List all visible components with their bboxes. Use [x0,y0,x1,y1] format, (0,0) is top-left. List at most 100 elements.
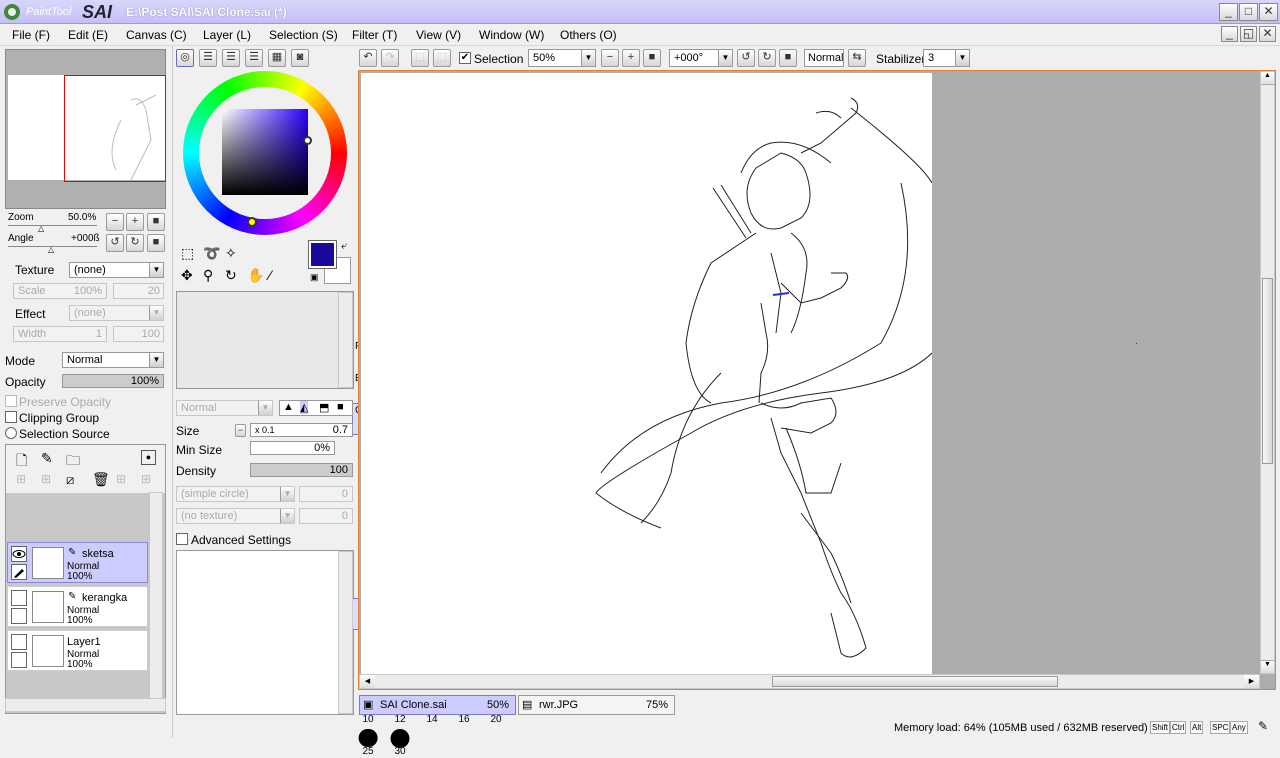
canvas-zoom-out-button[interactable]: − [601,49,619,67]
canvas-rotate-left-button[interactable]: ↺ [737,49,755,67]
canvas-vscrollbar[interactable]: ▲ ▼ [1260,71,1275,674]
saturation-value-square[interactable] [222,109,308,195]
canvas-viewport[interactable] [358,70,1276,690]
view-mode-button[interactable]: Normal [804,49,844,67]
canvas-zoom-reset-button[interactable]: ■ [643,49,661,67]
menu-others[interactable]: Others (O) [560,28,617,42]
selection-checkbox[interactable]: ✔ [459,52,471,64]
layer-row-kerangka[interactable]: ✎ kerangka Normal 100% [7,586,148,627]
sv-picker-handle[interactable] [303,136,312,145]
visibility-toggle[interactable] [11,634,27,650]
color-mixer-tab[interactable]: ☰ [245,49,263,67]
size-grid-scrollbar[interactable] [338,551,353,714]
rotate-icon[interactable]: ↻ [225,267,237,284]
layer-opacity-slider[interactable]: 100% [62,374,164,388]
primary-color-swatch[interactable] [308,240,337,269]
edge-hard-icon[interactable]: ▲ [283,401,294,413]
doc-close-button[interactable]: ✕ [1259,26,1276,42]
texture-select[interactable]: (none) ▼ [69,262,164,278]
eye-icon[interactable] [11,546,27,562]
canvas-hscrollbar[interactable]: ◀ ▶ [359,674,1260,689]
scratchpad-tab[interactable]: ◙ [291,49,309,67]
menu-filter[interactable]: Filter (T) [352,28,397,42]
hand-icon[interactable]: ✋ [247,267,264,284]
canvas-paper[interactable] [361,73,932,675]
move-icon[interactable]: ✥ [181,267,193,284]
scroll-down-icon[interactable]: ▼ [1261,660,1274,673]
zoom-icon[interactable]: ⚲ [203,267,213,284]
angle-select[interactable]: +000° ▼ [669,49,733,67]
new-layer-icon[interactable]: 🗋 [16,450,27,474]
zoom-slider-thumb[interactable]: △ [38,224,44,233]
brush-edge-selector[interactable]: ▲ ◭ ⬒ ■ [279,400,353,416]
delete-layer-icon[interactable]: 🗑 [92,471,110,488]
zoom-slider[interactable] [8,225,97,226]
menu-canvas[interactable]: Canvas (C) [126,28,187,42]
menu-selection[interactable]: Selection (S) [269,28,338,42]
layer-row-sketsa[interactable]: ✎ sketsa Normal 100% [7,542,148,583]
edge-square-icon[interactable]: ■ [337,401,344,413]
selection-source-radio[interactable] [5,427,17,439]
doc-restore-button[interactable]: ◱ [1240,26,1257,42]
edge-soft-icon[interactable]: ◭ [300,401,309,414]
layer-hscrollbar[interactable] [5,698,166,712]
rotate-reset-button[interactable]: ■ [147,234,165,252]
angle-slider-thumb[interactable]: △ [48,245,54,254]
menu-edit[interactable]: Edit (E) [68,28,108,42]
brush-size-30[interactable]: 30 [384,726,416,758]
vscroll-thumb[interactable] [1262,278,1273,464]
zoom-reset-button[interactable]: ■ [147,213,165,231]
rgb-slider-tab[interactable]: ☰ [199,49,217,67]
menu-window[interactable]: Window (W) [479,28,544,42]
lasso-icon[interactable]: ➰ [203,245,220,262]
hsv-slider-tab[interactable]: ☰ [222,49,240,67]
magic-wand-icon[interactable]: ✧ [225,245,237,262]
tab-rwr-jpg[interactable]: ▤ rwr.JPG 75% [518,695,675,715]
swatches-tab[interactable]: ▦ [268,49,286,67]
swap-colors-icon[interactable]: ⤶ [341,240,347,253]
menu-view[interactable]: View (V) [416,28,461,42]
brush-lock-icon[interactable] [11,564,27,580]
canvas-rotate-reset-button[interactable]: ■ [779,49,797,67]
advanced-settings-checkbox[interactable] [176,533,188,545]
canvas-rotate-right-button[interactable]: ↻ [758,49,776,67]
tool-scrollbar[interactable] [338,292,353,388]
menu-file[interactable]: File (F) [12,28,50,42]
close-button[interactable]: ✕ [1259,3,1278,21]
canvas-zoom-in-button[interactable]: + [622,49,640,67]
rotate-left-button[interactable]: ↺ [106,234,124,252]
minimize-button[interactable]: _ [1219,3,1238,21]
doc-minimize-button[interactable]: _ [1221,26,1238,42]
rotate-right-button[interactable]: ↻ [126,234,144,252]
lock-toggle[interactable] [11,652,27,668]
menu-layer[interactable]: Layer (L) [203,28,251,42]
hue-picker-handle[interactable] [247,217,257,227]
layer-mode-select[interactable]: Normal ▼ [62,352,164,368]
scroll-up-icon[interactable]: ▲ [1261,72,1274,85]
size-slider[interactable]: x 0.1 0.7 [250,423,353,437]
layer-mask-icon[interactable]: ● [141,450,156,465]
undo-button[interactable]: ↶ [359,49,377,67]
clear-layer-icon[interactable]: ⧄ [66,472,74,488]
transparent-color-icon[interactable]: ▣ [310,272,319,283]
eyedropper-icon[interactable]: ⁄ [269,267,271,283]
new-linework-layer-icon[interactable]: ✎ [41,450,53,467]
size-multiplier-button[interactable]: − [235,424,246,437]
zoom-in-button[interactable]: + [126,213,144,231]
preserve-opacity-checkbox[interactable] [5,395,17,407]
maximize-button[interactable]: □ [1239,3,1258,21]
zoom-select[interactable]: 50% ▼ [528,49,596,67]
stabilizer-select[interactable]: 3 ▼ [923,49,970,67]
lock-toggle[interactable] [11,608,27,624]
layer-scrollbar[interactable] [149,492,163,710]
color-wheel-tab[interactable]: ◎ [176,49,194,67]
scroll-right-icon[interactable]: ▶ [1244,675,1259,688]
zoom-out-button[interactable]: − [106,213,124,231]
visibility-toggle[interactable] [11,590,27,606]
flip-view-button[interactable]: ⇆ [848,49,866,67]
new-folder-icon[interactable]: 🗀 [66,450,80,474]
navigator-preview[interactable] [5,49,166,209]
min-size-slider[interactable]: 0% [250,441,335,455]
hscroll-thumb[interactable] [772,676,1058,687]
brush-size-25[interactable]: 25 [352,726,384,758]
